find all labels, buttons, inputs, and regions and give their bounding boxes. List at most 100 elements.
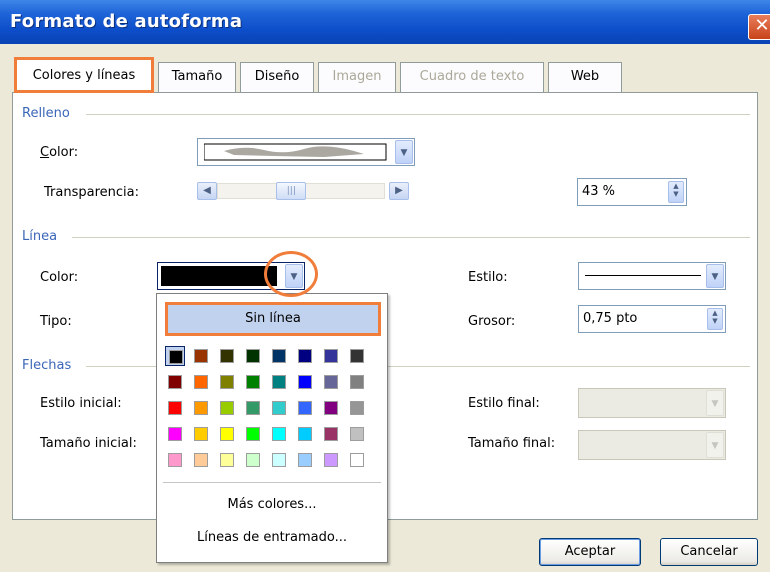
color-swatch[interactable] [243, 372, 263, 392]
color-swatch-fill [220, 453, 234, 467]
color-swatch[interactable] [347, 424, 367, 444]
color-swatch-fill [324, 427, 338, 441]
line-style-label: Estilo: [468, 270, 508, 285]
color-swatch[interactable] [191, 398, 211, 418]
tab-label: Diseño [254, 69, 300, 84]
fill-color-preview [204, 143, 387, 161]
color-swatch[interactable] [165, 372, 185, 392]
color-swatch[interactable] [321, 372, 341, 392]
line-weight-spinner[interactable]: 0,75 pto ▲ ▼ [578, 305, 726, 333]
color-swatch[interactable] [217, 450, 237, 470]
color-swatch[interactable] [243, 398, 263, 418]
color-swatch-fill [324, 349, 338, 363]
tab-colores-y-lineas[interactable]: Colores y líneas [14, 57, 154, 93]
tab-web[interactable]: Web [548, 62, 622, 92]
color-swatch[interactable] [165, 398, 185, 418]
color-swatch-fill [272, 453, 286, 467]
color-swatch[interactable] [269, 372, 289, 392]
end-style-label: Estilo final: [468, 396, 540, 411]
color-swatch-fill [246, 427, 260, 441]
color-swatch[interactable] [347, 372, 367, 392]
color-swatch[interactable] [217, 372, 237, 392]
color-swatch[interactable] [191, 346, 211, 366]
color-swatch[interactable] [191, 424, 211, 444]
color-swatch[interactable] [347, 346, 367, 366]
tab-label: Imagen [332, 69, 382, 84]
color-swatch[interactable] [191, 450, 211, 470]
color-swatch[interactable] [269, 398, 289, 418]
group-heading-relleno: Relleno [22, 106, 70, 121]
color-swatch-fill [194, 453, 208, 467]
spin-arrows-icon[interactable]: ▲ ▼ [668, 181, 684, 203]
color-swatch[interactable] [321, 398, 341, 418]
color-swatch[interactable] [347, 398, 367, 418]
scroll-left-icon[interactable]: ◀ [197, 182, 217, 200]
color-swatch[interactable] [321, 346, 341, 366]
color-swatch-fill [220, 401, 234, 415]
dropdown-arrow-icon: ▼ [706, 432, 724, 458]
color-swatch[interactable] [243, 346, 263, 366]
spin-arrows-icon[interactable]: ▲ ▼ [707, 308, 723, 330]
no-line-button[interactable]: Sin línea [165, 302, 381, 336]
color-swatch[interactable] [295, 424, 315, 444]
begin-style-label: Estilo inicial: [40, 396, 122, 411]
close-button[interactable]: ✕ [748, 14, 770, 40]
tab-tamano[interactable]: Tamaño [158, 62, 236, 92]
group-divider [72, 237, 750, 238]
color-swatch[interactable] [165, 346, 185, 366]
more-colors-item[interactable]: Más colores... [157, 497, 387, 512]
cancel-button[interactable]: Cancelar [660, 538, 758, 566]
color-swatch-fill [350, 349, 364, 363]
color-swatch[interactable] [321, 424, 341, 444]
transparency-spinner[interactable]: 43 % ▲ ▼ [577, 178, 687, 206]
transparency-slider-thumb[interactable]: ||| [276, 182, 307, 200]
color-swatch-fill [272, 401, 286, 415]
color-swatch[interactable] [243, 450, 263, 470]
color-swatch-fill [194, 375, 208, 389]
color-swatch-fill [350, 453, 364, 467]
tab-label: Colores y líneas [32, 68, 136, 83]
tab-cuadro-de-texto: Cuadro de texto [400, 62, 544, 92]
color-swatch[interactable] [269, 346, 289, 366]
color-swatch-fill [324, 375, 338, 389]
color-swatch[interactable] [217, 424, 237, 444]
line-style-combo[interactable]: ▼ [578, 262, 726, 290]
color-swatch[interactable] [269, 424, 289, 444]
color-swatch[interactable] [217, 398, 237, 418]
patterned-lines-item[interactable]: Líneas de entramado... [157, 530, 387, 545]
color-swatch[interactable] [191, 372, 211, 392]
color-swatch-fill [194, 427, 208, 441]
color-swatch[interactable] [321, 450, 341, 470]
fill-color-label: Color: [40, 145, 79, 160]
group-divider [86, 114, 750, 115]
color-swatch-fill [246, 453, 260, 467]
dropdown-arrow-icon[interactable]: ▼ [395, 140, 413, 164]
begin-size-label: Tamaño inicial: [40, 436, 137, 451]
color-swatch[interactable] [295, 450, 315, 470]
scroll-right-icon[interactable]: ▶ [389, 182, 409, 200]
color-swatch[interactable] [295, 346, 315, 366]
color-swatch[interactable] [165, 450, 185, 470]
color-swatch[interactable] [217, 346, 237, 366]
color-swatch[interactable] [295, 372, 315, 392]
dropdown-arrow-icon[interactable]: ▼ [706, 264, 724, 288]
accept-button[interactable]: Aceptar [539, 538, 641, 566]
fill-color-combo[interactable]: ▼ [197, 138, 415, 166]
tab-imagen: Imagen [318, 62, 396, 92]
color-swatch-fill [168, 401, 182, 415]
tab-diseno[interactable]: Diseño [240, 62, 314, 92]
color-swatch-fill [324, 453, 338, 467]
title-bar: Formato de autoforma ✕ [0, 0, 770, 44]
color-swatch-fill [194, 401, 208, 415]
color-swatch[interactable] [347, 450, 367, 470]
color-swatch[interactable] [165, 424, 185, 444]
line-weight-label: Grosor: [468, 314, 516, 329]
color-swatch[interactable] [295, 398, 315, 418]
color-swatch[interactable] [243, 424, 263, 444]
color-swatch-fill [168, 427, 182, 441]
transparency-label: Transparencia: [44, 185, 139, 200]
color-swatch[interactable] [269, 450, 289, 470]
color-swatch-fill [298, 401, 312, 415]
end-size-label: Tamaño final: [468, 436, 556, 451]
color-swatch-fill [350, 375, 364, 389]
